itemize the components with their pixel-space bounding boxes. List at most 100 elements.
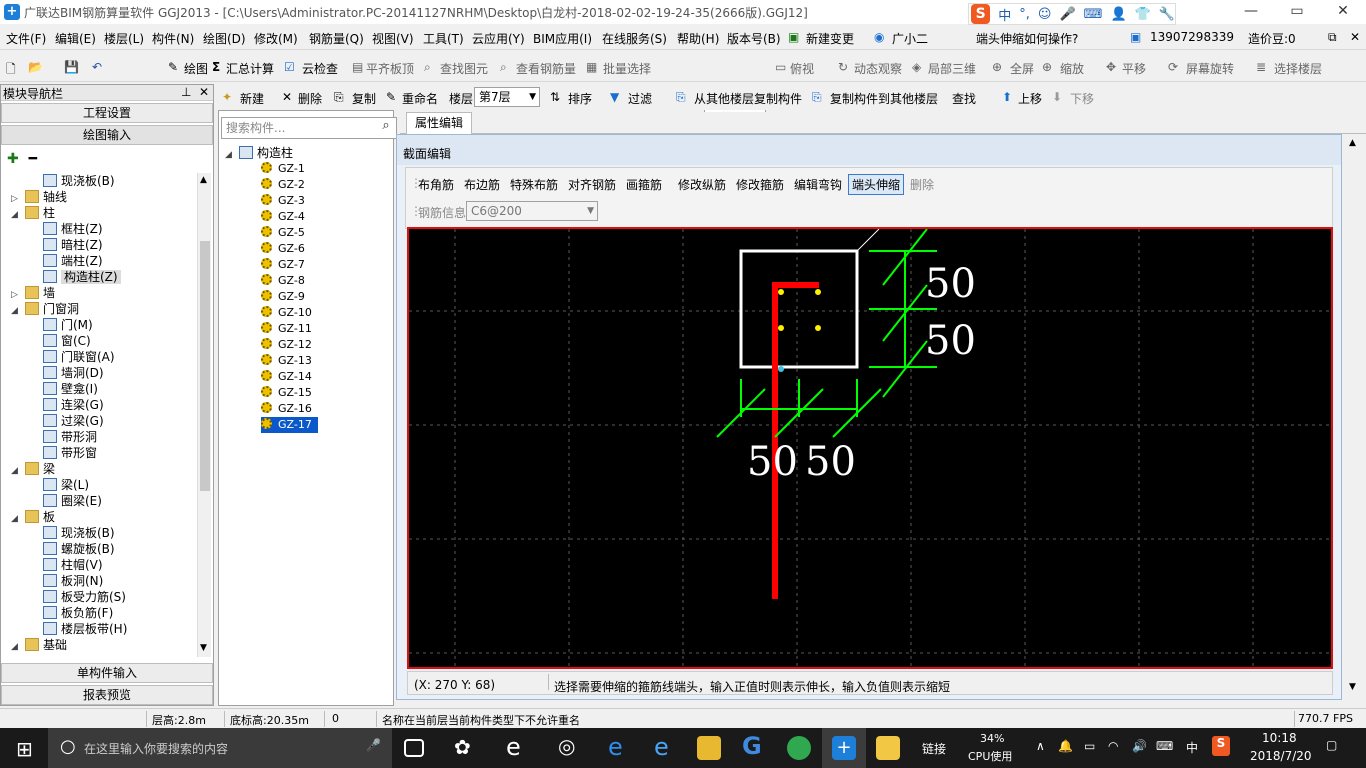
task-view-icon[interactable]: [404, 739, 424, 757]
collapse-icon[interactable]: ◢: [11, 639, 21, 655]
component-list-item[interactable]: GZ-10: [261, 305, 312, 321]
help-question-link[interactable]: 端头伸缩如何操作?: [976, 30, 1078, 47]
floor-select[interactable]: 第7层 ▼: [474, 87, 540, 107]
maximize-button[interactable]: ▭: [1274, 0, 1320, 24]
microphone-icon[interactable]: 🎤: [1059, 7, 1075, 22]
ime-toolbar[interactable]: S 中 °, ☺ 🎤 ⌨ 👤 👕 🔧: [968, 3, 1176, 25]
select-floor-button[interactable]: 选择楼层: [1274, 60, 1322, 77]
nav-tree-item[interactable]: 带形洞: [43, 429, 97, 445]
component-list-item[interactable]: GZ-12: [261, 337, 312, 353]
nav-tree-item[interactable]: ▷ 轴线: [11, 189, 67, 205]
flush-slab-button[interactable]: 平齐板顶: [366, 60, 414, 77]
menu-new-change[interactable]: 新建变更: [806, 30, 854, 47]
keyboard-icon[interactable]: ⌨: [1084, 7, 1103, 22]
notification-bell-icon[interactable]: 🔔: [1058, 739, 1073, 753]
nav-close-icon[interactable]: ✕: [199, 85, 209, 99]
menu-help[interactable]: 帮助(H): [677, 30, 719, 47]
tree-root[interactable]: ◢ 构造柱: [225, 145, 293, 161]
local-3d-button[interactable]: 局部三维: [928, 60, 976, 77]
menu-rebar-qty[interactable]: 钢筋量(Q): [309, 30, 364, 47]
nav-tree-item[interactable]: 圈梁(E): [43, 493, 102, 509]
user-icon[interactable]: 👤: [1110, 7, 1126, 22]
draw-button[interactable]: 绘图: [184, 60, 208, 77]
link-label[interactable]: 链接: [922, 740, 946, 757]
component-list-item[interactable]: GZ-5: [261, 225, 305, 241]
nav-tree-item[interactable]: 连梁(G): [43, 397, 104, 413]
windows-start-icon[interactable]: ⊞: [16, 737, 33, 761]
nav-tree-item[interactable]: 板洞(N): [43, 573, 103, 589]
user-phone[interactable]: 13907298339: [1150, 30, 1234, 44]
search-icon[interactable]: ⌕: [377, 118, 395, 138]
nav-tree-item[interactable]: 楼层板带(H): [43, 621, 127, 637]
nav-tree-item[interactable]: 窗(C): [43, 333, 91, 349]
notes-app-icon[interactable]: [876, 736, 900, 760]
special-rebar-button[interactable]: 特殊布筋: [510, 176, 558, 193]
column-outline[interactable]: [739, 249, 859, 369]
chevron-up-icon[interactable]: ∧: [1036, 739, 1045, 753]
ime-mode-label[interactable]: 中: [998, 5, 1011, 24]
scroll-up-icon[interactable]: ▲: [200, 175, 207, 185]
edit-hook-button[interactable]: 编辑弯钩: [794, 176, 842, 193]
nav-tree-item[interactable]: 螺旋板(B): [43, 541, 115, 557]
project-settings-button[interactable]: 工程设置: [1, 103, 213, 123]
skin-icon[interactable]: 👕: [1135, 7, 1151, 22]
menu-online[interactable]: 在线服务(S): [602, 30, 667, 47]
open-folder-icon[interactable]: 📂: [28, 60, 43, 74]
close-doc-icon[interactable]: ✕: [1350, 30, 1360, 44]
search-input[interactable]: 搜索构件...: [221, 117, 397, 139]
collapse-all-icon[interactable]: ━: [29, 151, 37, 167]
save-icon[interactable]: 💾: [64, 60, 79, 74]
nav-tree-item[interactable]: ◢ 柱: [11, 205, 55, 221]
component-list-item[interactable]: GZ-11: [261, 321, 312, 337]
edge-icon[interactable]: e: [608, 733, 623, 761]
component-list-item[interactable]: GZ-15: [261, 385, 312, 401]
collapse-icon[interactable]: ◢: [225, 147, 235, 163]
component-list-item[interactable]: GZ-16: [261, 401, 312, 417]
menu-bim[interactable]: BIM应用(I): [533, 30, 592, 47]
sum-button[interactable]: 汇总计算: [226, 60, 274, 77]
nav-tree-item[interactable]: ◢ 梁: [11, 461, 55, 477]
edge-rebar-button[interactable]: 布边筋: [464, 176, 500, 193]
minimize-button[interactable]: —: [1228, 0, 1274, 24]
fullscreen-button[interactable]: 全屏: [1010, 60, 1034, 77]
copy-from-floor-button[interactable]: 从其他楼层复制构件: [694, 90, 802, 107]
component-list-item[interactable]: GZ-8: [261, 273, 305, 289]
end-point-marker[interactable]: [778, 366, 784, 372]
emoji-icon[interactable]: ☺: [1038, 7, 1052, 22]
single-component-input-button[interactable]: 单构件输入: [1, 663, 213, 683]
pin-icon[interactable]: ⊥: [181, 85, 191, 99]
menu-component[interactable]: 构件(N): [152, 30, 194, 47]
collapse-icon[interactable]: ◢: [11, 207, 21, 223]
component-list-item[interactable]: GZ-13: [261, 353, 312, 369]
batch-select-button[interactable]: 批量选择: [603, 60, 651, 77]
dynamic-view-button[interactable]: 动态观察: [854, 60, 902, 77]
menu-cloud[interactable]: 云应用(Y): [472, 30, 525, 47]
nav-tree-item[interactable]: 板负筋(F): [43, 605, 113, 621]
nav-tree-item[interactable]: 框柱(Z): [43, 221, 103, 237]
scroll-thumb[interactable]: [200, 241, 210, 491]
modify-stirrup-button[interactable]: 修改箍筋: [736, 176, 784, 193]
top-view-button[interactable]: 俯视: [790, 60, 814, 77]
menu-edit[interactable]: 编辑(E): [55, 30, 96, 47]
tab-property-edit[interactable]: 属性编辑: [406, 112, 472, 134]
copy-to-floor-button[interactable]: 复制构件到其他楼层: [830, 90, 938, 107]
nav-tree-item[interactable]: 板受力筋(S): [43, 589, 126, 605]
nav-tree-item[interactable]: 端柱(Z): [43, 253, 103, 269]
volume-icon[interactable]: 🔊: [1132, 739, 1147, 753]
nav-tree-item[interactable]: 门(M): [43, 317, 93, 333]
menu-tools[interactable]: 工具(T): [423, 30, 464, 47]
rebar-info-select[interactable]: C6@200 ▼: [466, 201, 598, 221]
wrench-icon[interactable]: 🔧: [1159, 7, 1175, 22]
menu-version[interactable]: 版本号(B): [727, 30, 781, 47]
filter-button[interactable]: 过滤: [628, 90, 652, 107]
menu-floor[interactable]: 楼层(L): [104, 30, 144, 47]
glodon-g-icon[interactable]: G: [742, 732, 762, 760]
component-list-item[interactable]: GZ-4: [261, 209, 305, 225]
taskbar-search-input[interactable]: 在这里输入你要搜索的内容: [84, 740, 228, 757]
component-list-item[interactable]: GZ-3: [261, 193, 305, 209]
right-scrollbar[interactable]: ▲ ▼: [1344, 134, 1364, 700]
draw-stirrup-button[interactable]: 画箍筋: [626, 176, 662, 193]
component-list-item[interactable]: GZ-14: [261, 369, 312, 385]
nav-tree-item[interactable]: ◢ 门窗洞: [11, 301, 79, 317]
collapse-icon[interactable]: ◢: [11, 463, 21, 479]
